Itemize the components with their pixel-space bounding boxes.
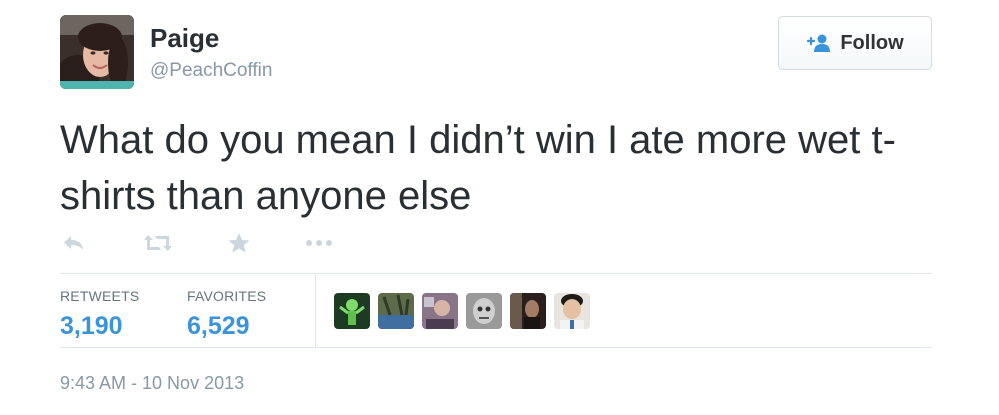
retweets-label: RETWEETS	[60, 288, 140, 304]
favoriter-avatar[interactable]	[422, 293, 458, 329]
follow-button[interactable]: Follow	[778, 16, 932, 70]
favoriter-avatar[interactable]	[510, 293, 546, 329]
user-handle[interactable]: @PeachCoffin	[150, 59, 272, 83]
tweet-text: What do you mean I didn’t win I ate more…	[60, 118, 896, 218]
stats-vertical-divider	[315, 274, 316, 347]
reply-icon[interactable]	[60, 233, 88, 253]
follow-person-icon	[806, 33, 832, 53]
favoriters-avatars	[334, 293, 590, 329]
retweet-icon[interactable]	[142, 233, 174, 253]
favoriter-avatar[interactable]	[554, 293, 590, 329]
retweets-count: 3,190	[60, 312, 123, 340]
favoriter-avatar[interactable]	[466, 293, 502, 329]
tweet-actions	[60, 228, 334, 258]
favorites-count: 6,529	[187, 312, 250, 340]
more-dots-icon[interactable]	[304, 239, 334, 247]
tweet-timestamp[interactable]: 9:43 AM - 10 Nov 2013	[60, 372, 244, 394]
favorites-stat[interactable]: FAVORITES 6,529	[187, 287, 266, 341]
favorite-star-icon[interactable]	[226, 232, 252, 254]
favoriter-avatar[interactable]	[378, 293, 414, 329]
stats-top-divider	[60, 273, 932, 274]
avatar[interactable]	[60, 15, 134, 89]
stats-bottom-divider	[60, 347, 932, 348]
follow-button-label: Follow	[840, 31, 904, 54]
favorites-label: FAVORITES	[187, 288, 267, 304]
retweets-stat[interactable]: RETWEETS 3,190	[60, 287, 139, 341]
favoriter-avatar[interactable]	[334, 293, 370, 329]
user-name[interactable]: Paige	[150, 23, 219, 53]
